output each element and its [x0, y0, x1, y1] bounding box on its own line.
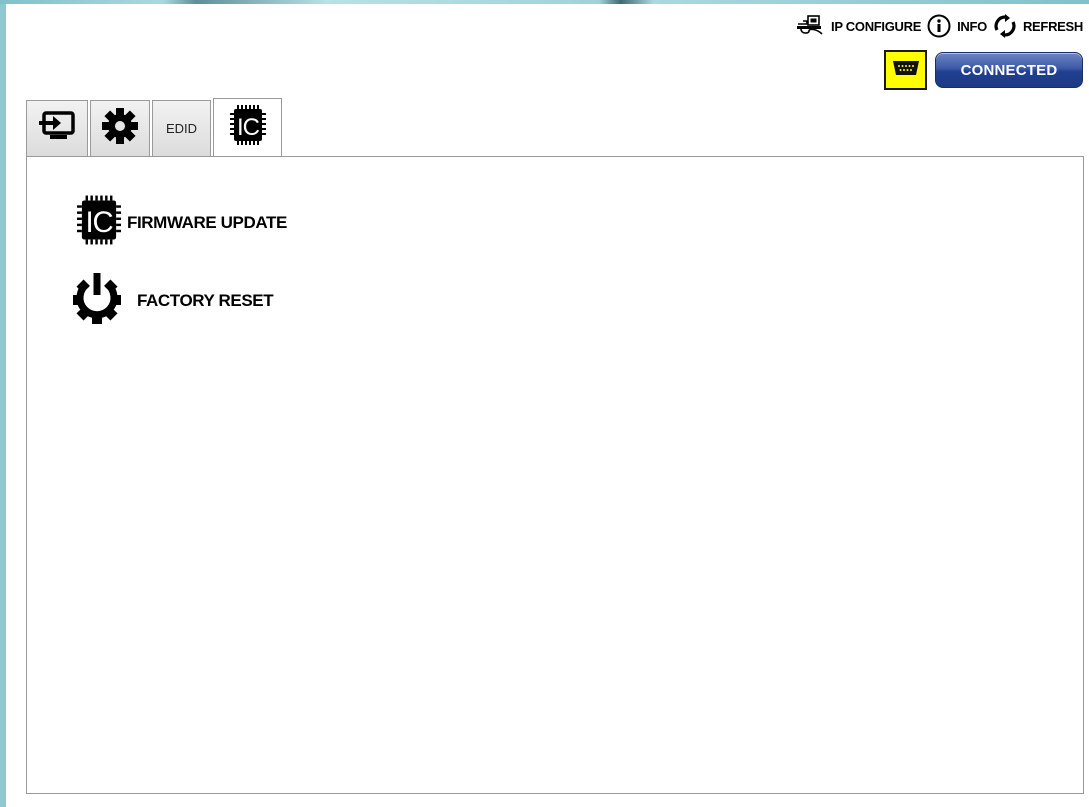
tab-bar: EDID IC	[26, 98, 284, 156]
top-toolbar: IP CONFIGURE INFO REFRESH	[795, 14, 1083, 38]
firmware-update-label: FIRMWARE UPDATE	[127, 212, 287, 232]
refresh-button[interactable]: REFRESH	[993, 14, 1083, 38]
input-source-icon	[37, 110, 77, 147]
chip-icon: IC	[77, 195, 121, 250]
connection-status-row: CONNECTED	[884, 50, 1083, 90]
power-gear-icon	[69, 271, 125, 330]
serial-port-icon	[892, 60, 920, 81]
factory-reset-label: FACTORY RESET	[137, 290, 274, 310]
tab-edid-label: EDID	[165, 121, 198, 136]
gear-icon	[101, 107, 139, 150]
info-label: INFO	[957, 18, 987, 34]
tab-edid[interactable]: EDID	[152, 100, 211, 156]
serial-connection-button[interactable]	[884, 50, 927, 90]
connected-button[interactable]: CONNECTED	[935, 52, 1083, 88]
tab-firmware[interactable]: IC	[213, 98, 282, 156]
chip-icon: IC	[229, 105, 266, 150]
network-cable-icon	[795, 15, 825, 37]
tab-settings[interactable]	[90, 100, 150, 156]
tab-input[interactable]	[26, 100, 88, 156]
factory-reset-button[interactable]: FACTORY RESET	[69, 271, 274, 330]
window-top-border	[0, 0, 1089, 4]
firmware-update-button[interactable]: IC FIRMWARE UPDATE	[77, 195, 287, 250]
firmware-panel: IC FIRMWARE UPDATE FACTORY RESET	[26, 156, 1084, 794]
info-button[interactable]: INFO	[927, 14, 987, 38]
refresh-label: REFRESH	[1022, 18, 1083, 34]
ip-configure-label: IP CONFIGURE	[831, 18, 922, 34]
svg-text:IC: IC	[237, 114, 260, 141]
info-icon	[927, 14, 951, 38]
refresh-icon	[993, 14, 1017, 38]
svg-text:IC: IC	[86, 206, 114, 239]
ip-configure-button[interactable]: IP CONFIGURE	[795, 15, 921, 37]
